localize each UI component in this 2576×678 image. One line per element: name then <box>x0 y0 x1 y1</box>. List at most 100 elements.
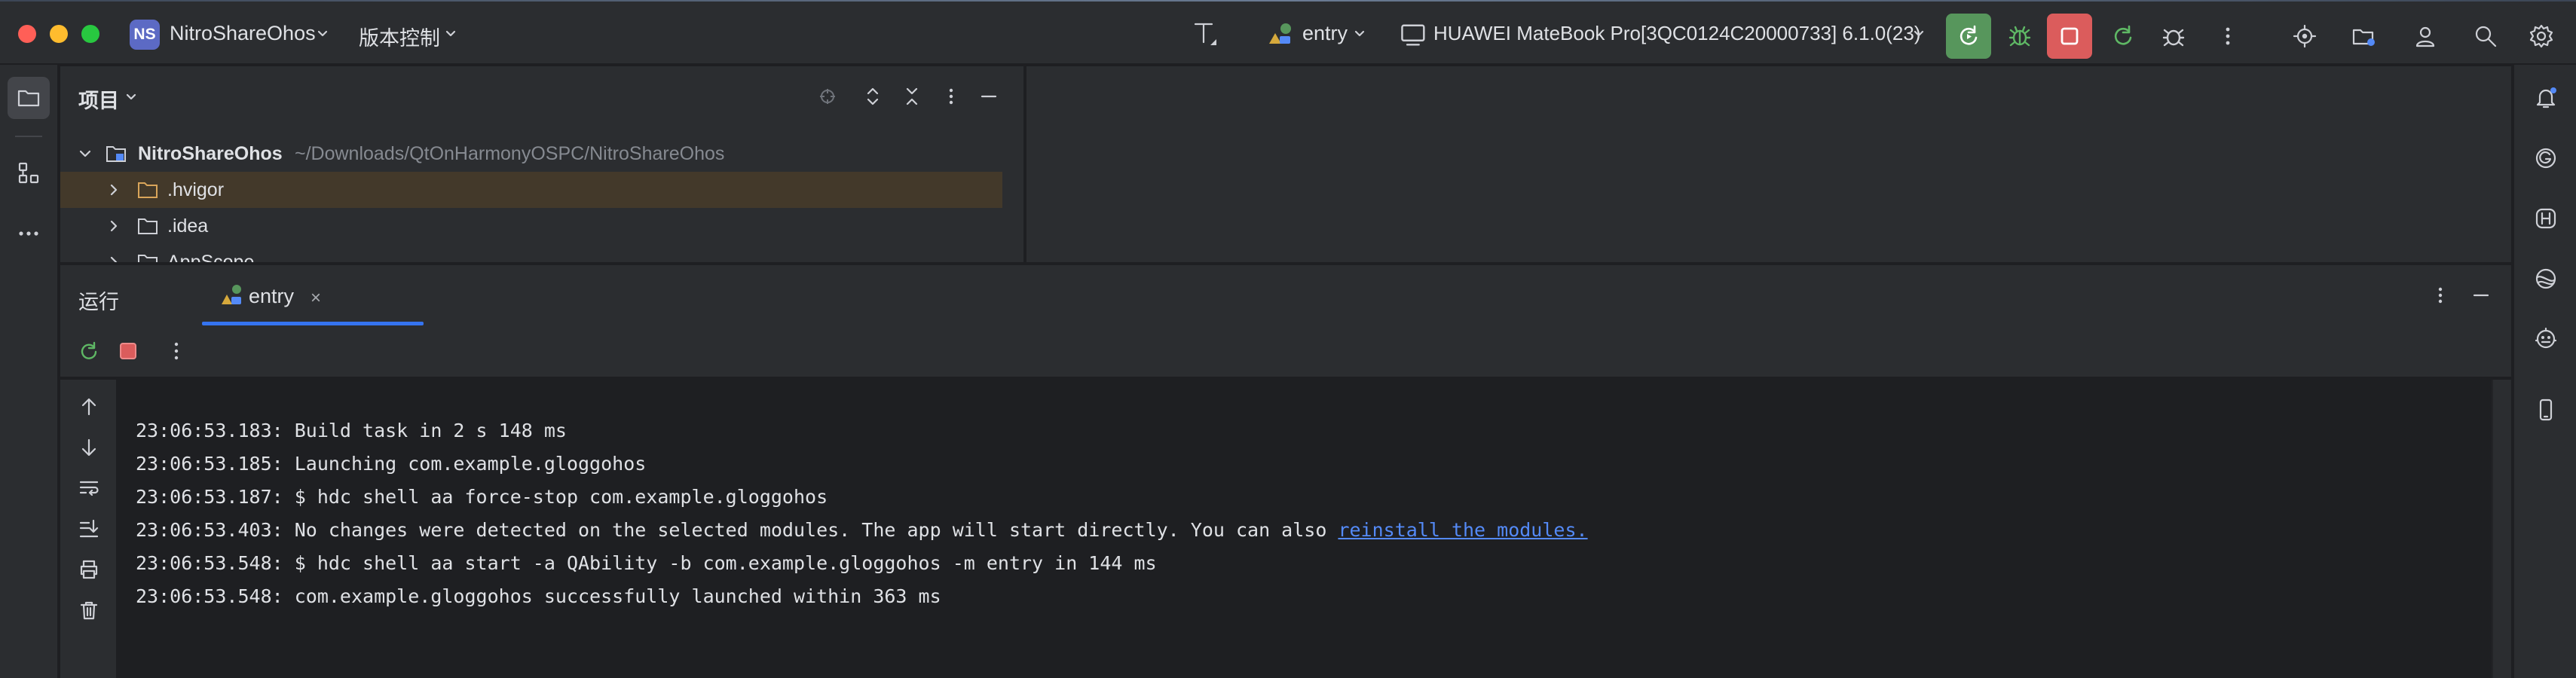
project-name-menu[interactable]: NitroShareOhos <box>170 22 316 45</box>
chevron-down-icon <box>445 30 456 37</box>
project-options-button[interactable] <box>938 83 965 110</box>
run-config-icon <box>1269 23 1291 44</box>
folder-icon <box>17 90 40 107</box>
project-files-button[interactable] <box>2341 14 2386 59</box>
project-badge[interactable]: NS <box>130 20 160 50</box>
rerun-icon <box>81 341 97 359</box>
console-output[interactable]: 23:06:53.183: Build task in 2 s 148 ms 2… <box>119 380 2490 678</box>
scroll-down-button[interactable] <box>72 431 106 464</box>
tree-item-idea[interactable]: .idea <box>60 208 1002 244</box>
more-tools-button[interactable] <box>8 212 50 255</box>
run-toolbar-more-button[interactable] <box>161 336 191 366</box>
scroll-to-end-button[interactable] <box>72 512 106 545</box>
settings-button[interactable] <box>2519 14 2564 59</box>
harmony-button[interactable] <box>2526 199 2565 238</box>
attach-debugger-button[interactable] <box>2151 14 2196 59</box>
window-close-button[interactable] <box>18 25 36 43</box>
collapse-all-icon <box>906 87 918 105</box>
code-linter-icon[interactable] <box>1191 18 1221 48</box>
console-scrollbar-track[interactable] <box>2492 380 2511 678</box>
expand-all-button[interactable] <box>859 83 886 110</box>
collapse-all-button[interactable] <box>898 83 925 110</box>
notifications-icon <box>2536 87 2556 108</box>
reinstall-modules-link[interactable]: reinstall the modules. <box>1338 519 1587 541</box>
run-tab-entry[interactable]: entry × <box>143 265 342 327</box>
scroll-to-end-icon <box>79 519 99 538</box>
locate-button[interactable] <box>2282 14 2327 59</box>
log-line: 23:06:53.183: Build task in 2 s 148 ms <box>136 414 2490 447</box>
tree-item-hvigor[interactable]: .hvigor <box>60 172 1002 208</box>
left-tool-strip <box>0 65 59 678</box>
more-vertical-icon <box>949 88 953 105</box>
run-config-selector[interactable]: entry <box>1302 22 1348 45</box>
device-selector[interactable]: HUAWEI MateBook Pro[3QC0124C20000733] 6.… <box>1433 22 1921 45</box>
log-text: 23:06:53.548: $ hdc shell aa start -a QA… <box>136 552 1157 574</box>
minimize-icon <box>2473 294 2489 297</box>
search-icon <box>2475 26 2497 47</box>
more-vertical-icon <box>2438 287 2443 304</box>
stop-icon <box>2060 27 2079 45</box>
debug-button[interactable] <box>1997 14 2042 59</box>
account-button[interactable] <box>2403 14 2448 59</box>
device-manager-button[interactable] <box>2526 390 2565 429</box>
rerun-button[interactable] <box>74 336 104 366</box>
run-config-icon <box>222 285 241 304</box>
tree-item-root[interactable]: NitroShareOhos ~/Downloads/QtOnHarmonyOS… <box>60 136 1002 172</box>
scroll-up-button[interactable] <box>72 390 106 423</box>
hide-run-panel-button[interactable] <box>2467 282 2495 309</box>
apply-changes-icon <box>2114 25 2132 45</box>
hide-panel-button[interactable] <box>975 83 1002 110</box>
inspect-button[interactable] <box>2526 259 2565 298</box>
notifications-button[interactable] <box>2526 78 2565 118</box>
project-tool-button[interactable] <box>8 77 50 119</box>
attach-debugger-icon <box>2162 29 2185 47</box>
module-folder-icon <box>106 146 126 162</box>
more-vertical-icon <box>174 342 179 360</box>
apply-changes-button[interactable] <box>2100 14 2145 59</box>
folder-icon <box>138 255 158 262</box>
print-button[interactable] <box>72 553 106 586</box>
codegenie-button[interactable] <box>2526 139 2565 178</box>
folder-badge-icon <box>2352 29 2375 46</box>
log-text: 23:06:53.403: No changes were detected o… <box>136 519 1338 541</box>
vcs-menu[interactable]: 版本控制 <box>359 22 440 51</box>
project-tool-window: 项目 NitroShareOhos ~/Downloads/QtOnHarmon… <box>60 66 1023 262</box>
arrow-down-icon <box>81 438 96 457</box>
minimize-icon <box>981 95 997 98</box>
gear-icon <box>2529 24 2553 48</box>
window-minimize-button[interactable] <box>50 25 68 43</box>
log-text: 23:06:53.183: Build task in 2 s 148 ms <box>136 420 567 441</box>
more-icon <box>19 231 38 236</box>
log-line: 23:06:53.548: com.example.gloggohos succ… <box>136 580 2490 613</box>
tree-item-path: ~/Downloads/QtOnHarmonyOSPC/NitroShareOh… <box>295 143 725 164</box>
clear-console-button[interactable] <box>72 594 106 627</box>
printer-icon <box>80 560 98 579</box>
tree-item-label: AppScope <box>167 252 255 262</box>
structure-tool-button[interactable] <box>8 152 50 194</box>
folder-icon <box>138 182 158 198</box>
chevron-right-icon <box>110 220 118 232</box>
crosshair-icon <box>820 89 835 104</box>
stop-button[interactable] <box>2047 14 2092 59</box>
search-everywhere-button[interactable] <box>2463 14 2508 59</box>
chevron-right-icon <box>110 184 118 196</box>
stop-button[interactable] <box>113 336 143 366</box>
window-maximize-button[interactable] <box>81 25 99 43</box>
close-tab-icon[interactable]: × <box>311 288 321 309</box>
project-panel-title[interactable]: 项目 <box>78 84 119 114</box>
target-icon <box>2293 24 2317 48</box>
codegenie-icon <box>2535 148 2556 169</box>
locate-file-button[interactable] <box>814 83 841 110</box>
tree-item-appscope[interactable]: AppScope <box>60 244 1002 262</box>
rerun-button[interactable] <box>1946 14 1991 59</box>
tree-item-label: .hvigor <box>167 179 225 200</box>
log-text: 23:06:53.187: $ hdc shell aa force-stop … <box>136 486 828 508</box>
console-actions-gutter <box>60 380 118 678</box>
chevron-down-icon <box>317 30 328 37</box>
bug-icon <box>2008 26 2031 47</box>
log-line: 23:06:53.548: $ hdc shell aa start -a QA… <box>136 547 2490 580</box>
toolbar-more-button[interactable] <box>2205 14 2250 59</box>
soft-wrap-button[interactable] <box>72 472 106 505</box>
ai-assistant-button[interactable] <box>2526 319 2565 359</box>
run-options-button[interactable] <box>2427 282 2454 309</box>
